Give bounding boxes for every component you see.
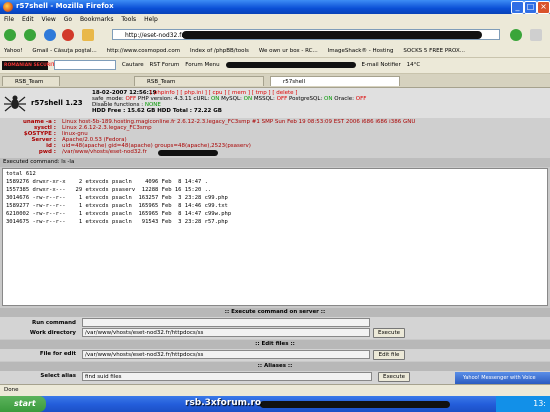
toolbar-cautare[interactable]: Cautare xyxy=(122,58,144,73)
redacted-path xyxy=(158,150,218,156)
bookmark-imageshack[interactable]: ImageShack® - Hosting xyxy=(328,45,394,57)
reload-icon[interactable] xyxy=(44,29,56,41)
watermark-text: rsb.3xforum.ro xyxy=(185,398,262,408)
rst-toolbar: ROMANIAN SECURITY TEAM Cautare RST Forum… xyxy=(0,58,550,74)
back-icon[interactable] xyxy=(4,29,16,41)
hdd-info: HDD Free : 15.62 GB HDD Total : 72.22 GB xyxy=(92,108,222,114)
bookmark-gmail[interactable]: Gmail - Căsuţa poştal... xyxy=(32,45,96,57)
mssql-label: MSSQL: xyxy=(253,96,275,102)
sysinfo-value: /var/www/vhosts/eset-nod32.fr xyxy=(62,149,147,155)
pgsql-value: ON xyxy=(324,96,333,102)
url-text: http://eset-nod32.fr xyxy=(125,32,184,39)
yahoo-messenger-popup[interactable]: Yahoo! Messenger with Voice xyxy=(455,372,550,384)
work-directory-label: Work directory xyxy=(29,330,76,336)
redacted-taskbar xyxy=(260,401,450,408)
run-command-label: Run command xyxy=(31,320,76,326)
toolbar-email-notifier[interactable]: E-mail Notifier xyxy=(361,58,400,73)
bookmark-cosmopod[interactable]: http://www.cosmopod.com xyxy=(107,45,180,57)
tab-rsb-team-1[interactable]: RSB_Team xyxy=(2,76,60,86)
minimize-button[interactable]: _ xyxy=(511,1,524,14)
toolbar-search-input[interactable] xyxy=(53,59,116,70)
menu-go[interactable]: Go xyxy=(64,16,72,23)
execute-form: Run command Work directory /var/www/vhos… xyxy=(0,317,550,339)
file-for-edit-label: File for edit xyxy=(39,351,76,357)
window-title: r57shell - Mozilla Firefox xyxy=(16,2,114,10)
menu-bar: File Edit View Go Bookmarks Tools Help xyxy=(0,14,550,25)
redacted-toolbar xyxy=(225,61,356,68)
search-icon[interactable] xyxy=(530,29,542,41)
menu-view[interactable]: View xyxy=(42,16,56,23)
start-button[interactable]: start xyxy=(0,396,46,412)
command-output[interactable]: total 612 1589276 drwxr-xr-x 2 etxvcds p… xyxy=(2,168,548,306)
home-icon[interactable] xyxy=(82,29,94,41)
bookmarks-toolbar: Yahoo! Gmail - Căsuţa poştal... http://w… xyxy=(0,45,550,58)
tab-r57shell[interactable]: r57shell xyxy=(270,76,400,86)
mssql-value: OFF xyxy=(276,96,288,102)
aliases-section-header: :: Aliases :: xyxy=(0,362,550,371)
app-name: r57shell 1.23 xyxy=(31,99,83,107)
menu-edit[interactable]: Edit xyxy=(22,16,34,23)
window-title-bar[interactable]: r57shell - Mozilla Firefox _ □ × xyxy=(0,0,550,14)
system-info: uname -a : Linux host-5b-189.hosting.mag… xyxy=(0,118,550,159)
navigation-toolbar: http://eset-nod32.fr xyxy=(0,25,550,46)
edit-form: File for edit /var/www/vhosts/eset-nod32… xyxy=(0,349,550,361)
close-button[interactable]: × xyxy=(537,1,550,14)
redacted-url xyxy=(182,31,482,39)
toolbar-rst-forum[interactable]: RST Forum xyxy=(150,58,180,73)
alias-select[interactable]: find suid files xyxy=(82,372,372,381)
alias-execute-button[interactable]: Execute xyxy=(378,372,410,382)
edit-section-header: :: Edit files :: xyxy=(0,340,550,349)
go-icon[interactable] xyxy=(510,29,522,41)
execute-button[interactable]: Execute xyxy=(373,328,405,338)
toolbar-weather: 14°C xyxy=(406,62,421,68)
tab-rsb-team-2[interactable]: RSB_Team xyxy=(134,76,264,86)
work-directory-input[interactable]: /var/www/vhosts/eset-nod32.fr/httpdocs/s… xyxy=(82,328,370,337)
select-alias-label: Select alias xyxy=(40,373,76,379)
bookmark-yahoo[interactable]: Yahoo! xyxy=(4,45,22,57)
pgsql-label: PostgreSQL: xyxy=(289,96,323,102)
rst-logo: ROMANIAN SECURITY TEAM xyxy=(2,61,74,70)
bookmark-phpbb[interactable]: Index of /phpBB/tools xyxy=(190,45,249,57)
forward-icon[interactable] xyxy=(24,29,36,41)
menu-bookmarks[interactable]: Bookmarks xyxy=(80,16,114,23)
oracle-value: OFF xyxy=(355,96,367,102)
oracle-label: Oracle: xyxy=(334,96,354,102)
system-clock: 13: xyxy=(496,396,550,412)
edit-file-button[interactable]: Edit file xyxy=(373,350,405,360)
bookmark-rc[interactable]: We own ur box - RC... xyxy=(259,45,318,57)
menu-help[interactable]: Help xyxy=(144,16,158,23)
mysql-value: ON xyxy=(243,96,253,102)
menu-tools[interactable]: Tools xyxy=(121,16,136,23)
sysinfo-label: pwd : xyxy=(38,149,56,155)
tab-bar: RSB_Team RSB_Team r57shell xyxy=(0,74,550,88)
executed-command: Executed command: ls -la xyxy=(0,158,550,167)
mysql-label: MySQL: xyxy=(221,96,242,102)
menu-file[interactable]: File xyxy=(4,16,14,23)
stop-icon[interactable] xyxy=(62,29,74,41)
file-for-edit-input[interactable]: /var/www/vhosts/eset-nod32.fr/httpdocs/s… xyxy=(82,350,370,359)
run-command-input[interactable] xyxy=(82,318,370,327)
maximize-button[interactable]: □ xyxy=(524,1,537,14)
toolbar-forum-menu[interactable]: Forum Menu xyxy=(185,58,219,73)
status-bar: Done xyxy=(0,384,550,395)
spider-logo-icon xyxy=(4,95,26,112)
shell-header: r57shell 1.23 18-02-2007 12:56:19 [ phpi… xyxy=(0,88,550,119)
curl-value: ON xyxy=(210,96,220,102)
firefox-icon xyxy=(3,2,13,12)
execute-section-header: :: Execute command on server :: xyxy=(0,308,550,317)
bookmark-socks[interactable]: SOCKS 5 FREE PROX... xyxy=(403,45,465,57)
